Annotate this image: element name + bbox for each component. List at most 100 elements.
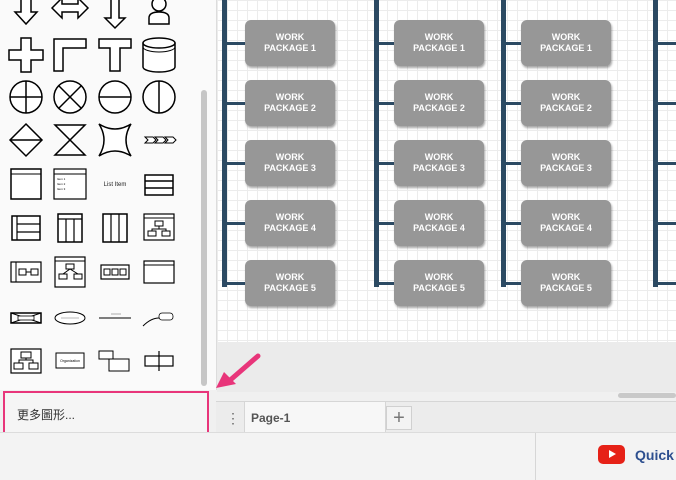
work-package-line2: PACKAGE 1	[540, 43, 592, 53]
work-package-line1: WORK	[424, 272, 454, 282]
connector-line	[503, 282, 523, 285]
work-package-box[interactable]: WORK PACKAGE 3	[245, 140, 335, 186]
user-shape-icon[interactable]	[137, 0, 181, 30]
org-chart-shape-icon[interactable]	[4, 339, 48, 383]
list-shape-icon[interactable]: Item 1 Item 2 Item 3	[48, 162, 92, 206]
work-package-line2: PACKAGE 4	[413, 223, 465, 233]
annotation-arrow-icon	[216, 353, 261, 388]
footer-divider	[535, 433, 536, 480]
quick-start-link[interactable]: Quick	[635, 447, 674, 463]
tee-shape-icon[interactable]	[93, 33, 137, 77]
work-package-box[interactable]: WORK PACKAGE 3	[394, 140, 484, 186]
crossed-box-shape-icon[interactable]	[4, 296, 48, 340]
connector-line	[376, 282, 396, 285]
youtube-icon[interactable]	[598, 445, 625, 464]
split-box-shape-icon[interactable]	[137, 339, 181, 383]
or-circle-shape-icon[interactable]	[4, 75, 48, 119]
work-package-box[interactable]: WORK PACKAGE 2	[521, 80, 611, 126]
star4-shape-icon[interactable]	[93, 118, 137, 162]
connector-line	[655, 162, 676, 165]
work-package-line1: WORK	[424, 32, 454, 42]
work-package-line2: PACKAGE 3	[540, 163, 592, 173]
chevron-chain-shape-icon[interactable]	[137, 118, 181, 162]
horizontal-pool-shape-icon[interactable]	[4, 206, 48, 250]
connector-line	[655, 222, 676, 225]
work-package-line2: PACKAGE 5	[413, 283, 465, 293]
table-rows-shape-icon[interactable]	[137, 162, 181, 206]
work-package-line2: PACKAGE 3	[413, 163, 465, 173]
sidebar-scrollbar-thumb[interactable]	[201, 90, 207, 386]
work-package-line2: PACKAGE 1	[264, 43, 316, 53]
step-boxes-shape-icon[interactable]	[93, 339, 137, 383]
work-package-box[interactable]: WORK PACKAGE 5	[245, 260, 335, 306]
work-package-line2: PACKAGE 5	[264, 283, 316, 293]
arrow-down-shape-icon[interactable]	[4, 0, 48, 30]
work-package-box[interactable]: WORK PACKAGE 4	[521, 200, 611, 246]
connector-line	[376, 222, 396, 225]
vertical-pool-shape-icon[interactable]	[48, 206, 92, 250]
list-item-text: List Item	[104, 182, 127, 188]
ellipse-label-shape-icon[interactable]	[48, 296, 92, 340]
hourglass-shape-icon[interactable]	[48, 118, 92, 162]
canvas-margin	[217, 342, 676, 392]
x-circle-shape-icon[interactable]	[48, 75, 92, 119]
connector-line	[376, 42, 396, 45]
line-label-shape-icon[interactable]	[93, 296, 137, 340]
work-package-box[interactable]: WORK PACKAGE 4	[245, 200, 335, 246]
work-package-line2: PACKAGE 1	[413, 43, 465, 53]
corner-shape-icon[interactable]	[48, 33, 92, 77]
work-package-box[interactable]: WORK PACKAGE 1	[245, 20, 335, 66]
work-package-line2: PACKAGE 2	[413, 103, 465, 113]
arrow-left-right-shape-icon[interactable]	[48, 0, 92, 30]
work-package-line1: WORK	[551, 92, 581, 102]
connector-line	[655, 102, 676, 105]
organization-box-shape-icon[interactable]: Organization	[48, 339, 92, 383]
canvas-horizontal-scrollbar[interactable]	[618, 393, 676, 398]
work-package-line1: WORK	[275, 32, 305, 42]
work-package-line1: WORK	[424, 212, 454, 222]
work-package-box[interactable]: WORK PACKAGE 2	[245, 80, 335, 126]
work-package-line1: WORK	[551, 152, 581, 162]
shape-library-panel: Item 1 Item 2 Item 3 List Item Organizat…	[0, 0, 217, 390]
add-page-button[interactable]: +	[386, 406, 412, 430]
minus-circle-shape-icon[interactable]	[93, 75, 137, 119]
work-package-box[interactable]: WORK PACKAGE 5	[521, 260, 611, 306]
work-package-line1: WORK	[275, 212, 305, 222]
window-shape-icon[interactable]	[4, 162, 48, 206]
more-shapes-button[interactable]: 更多圖形...	[3, 391, 209, 436]
arrow-up-down-shape-icon[interactable]	[93, 0, 137, 30]
connector-line	[224, 162, 246, 165]
tab-page-1[interactable]: Page-1	[244, 402, 386, 433]
titled-box-shape-icon[interactable]	[137, 250, 181, 294]
org-tree-shape-icon[interactable]	[137, 206, 181, 250]
work-package-box[interactable]: WORK PACKAGE 4	[394, 200, 484, 246]
connector-line	[655, 42, 676, 45]
connector-line	[503, 102, 523, 105]
work-package-box[interactable]: WORK PACKAGE 3	[521, 140, 611, 186]
work-package-box[interactable]: WORK PACKAGE 1	[521, 20, 611, 66]
list-item-1-text: Item 1	[57, 177, 66, 181]
diagram-canvas[interactable]: WORK PACKAGE 1 WORK PACKAGE 2 WORK PACKAGE …	[217, 0, 676, 342]
half-circle-shape-icon[interactable]	[137, 75, 181, 119]
work-package-line1: WORK	[275, 272, 305, 282]
work-package-line2: PACKAGE 5	[540, 283, 592, 293]
curve-label-shape-icon[interactable]	[137, 296, 181, 340]
connector-line	[224, 282, 246, 285]
diamond-shape-icon[interactable]	[4, 118, 48, 162]
pages-menu-icon[interactable]: ⋮	[224, 408, 242, 428]
cross-shape-icon[interactable]	[4, 33, 48, 77]
vertical-lanes-shape-icon[interactable]	[93, 206, 137, 250]
work-package-box[interactable]: WORK PACKAGE 2	[394, 80, 484, 126]
work-package-box[interactable]: WORK PACKAGE 1	[394, 20, 484, 66]
chain-boxes-shape-icon[interactable]	[93, 250, 137, 294]
list-item-2-text: Item 2	[57, 182, 66, 186]
shape-grid: Item 1 Item 2 Item 3 List Item Organizat…	[0, 0, 200, 390]
flow-tree-shape-icon[interactable]	[48, 250, 92, 294]
work-package-line2: PACKAGE 4	[540, 223, 592, 233]
work-package-line1: WORK	[424, 92, 454, 102]
list-item-shape-icon[interactable]: List Item	[93, 162, 137, 206]
container-link-shape-icon[interactable]	[4, 250, 48, 294]
connector-line	[503, 42, 523, 45]
work-package-box[interactable]: WORK PACKAGE 5	[394, 260, 484, 306]
cylinder-shape-icon[interactable]	[137, 33, 181, 77]
